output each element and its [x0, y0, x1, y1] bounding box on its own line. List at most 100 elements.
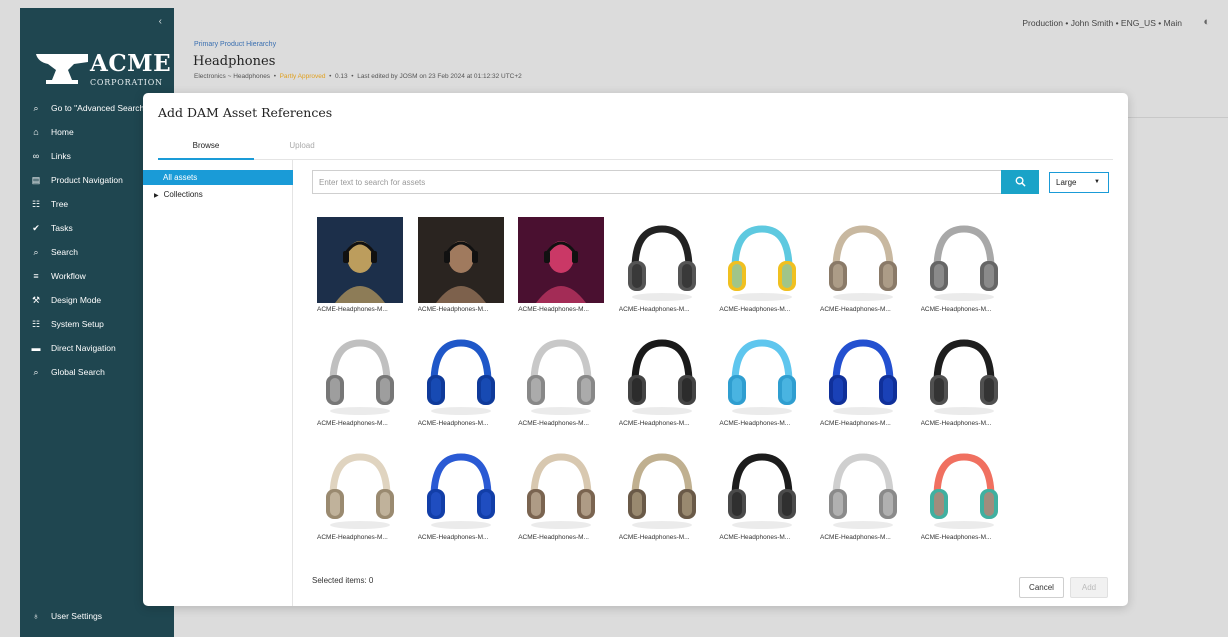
tree-item-label: Collections — [163, 190, 203, 199]
headphones-image — [719, 217, 806, 303]
headphones-image — [719, 331, 806, 417]
sidebar-item-label: Links — [51, 151, 71, 161]
sidebar-item-label: Design Mode — [51, 295, 102, 305]
asset-card[interactable]: ACME-Headphones-M... — [618, 217, 709, 317]
search-icon: ⌕ — [33, 102, 39, 113]
asset-card[interactable]: ACME-Headphones-M... — [920, 217, 1011, 317]
headphones-image — [719, 445, 806, 531]
headphones-image — [618, 217, 705, 303]
caret-down-icon: ▼ — [1094, 179, 1100, 185]
collection-tree: All assets ▶ Collections — [143, 160, 293, 606]
user-icon: ♁ — [32, 611, 40, 621]
home-icon: ⌂ — [33, 127, 39, 137]
asset-card[interactable]: ACME-Headphones-M... — [317, 331, 407, 431]
workflow-icon: ≡ — [33, 271, 39, 281]
last-edited: Last edited by JOSM on 23 Feb 2024 at 01… — [357, 73, 522, 80]
asset-card[interactable]: ACME-Headphones-M... — [417, 445, 508, 545]
sidebar-item-label: Global Search — [51, 367, 105, 377]
asset-card[interactable]: ACME-Headphones-M... — [618, 445, 709, 545]
sidebar-item-user-settings[interactable]: ♁ User Settings — [20, 604, 174, 628]
meta-separator: • — [329, 73, 332, 80]
asset-label: ACME-Headphones-M... — [317, 420, 388, 427]
headphones-image — [417, 331, 504, 417]
version: 0.13 — [335, 73, 348, 80]
asset-label: ACME-Headphones-M... — [417, 306, 489, 313]
headphones-image — [920, 217, 1007, 303]
hierarchy-link[interactable]: Primary Product Hierarchy — [194, 41, 276, 48]
asset-label: ACME-Headphones-M... — [820, 420, 891, 427]
asset-card[interactable]: ACME-Headphones-M... — [920, 331, 1011, 431]
search-input[interactable] — [312, 170, 1001, 194]
asset-label: ACME-Headphones-M... — [417, 534, 489, 541]
sidebar-nav-bottom: ♁ User Settings — [20, 604, 174, 628]
asset-label: ACME-Headphones-M... — [719, 534, 791, 541]
headphones-image — [518, 331, 605, 417]
headphones-image — [417, 445, 504, 531]
app-frame: ‹ ACME CORPORATION ⌕ Go to "Advanced Sear… — [0, 0, 1228, 637]
context-info[interactable]: Production • John Smith • ENG_US • Main — [1022, 18, 1182, 28]
tree-item-all-assets[interactable]: All assets — [143, 170, 293, 185]
tab-browse[interactable]: Browse — [158, 133, 254, 160]
theme-toggle-icon[interactable]: ◐ — [1203, 16, 1210, 28]
tab-upload[interactable]: Upload — [254, 133, 350, 160]
asset-label: ACME-Headphones-M... — [920, 534, 992, 541]
sidebar-item-label: Product Navigation — [51, 175, 123, 185]
tree-item-collections[interactable]: ▶ Collections — [143, 187, 293, 202]
asset-card[interactable]: ACME-Headphones-M... — [719, 445, 809, 545]
sidebar-item-label: User Settings — [51, 611, 103, 621]
breadcrumb[interactable]: Electronics ~ Headphones — [194, 73, 270, 80]
asset-card[interactable]: ACME-Headphones-M... — [920, 445, 1011, 545]
asset-label: ACME-Headphones-M... — [719, 306, 791, 313]
asset-card[interactable]: ACME-Headphones-M... — [417, 331, 508, 431]
modal-tabs: Browse Upload — [158, 133, 1113, 160]
asset-card[interactable]: ACME-Headphones-M... — [719, 331, 809, 431]
chevron-left-icon[interactable]: ‹ — [159, 16, 162, 27]
asset-card[interactable]: ACME-Headphones-M... — [317, 445, 407, 545]
folder-icon: ▬ — [31, 343, 41, 353]
thumbnail-size-select[interactable]: Large ▼ — [1049, 172, 1109, 193]
size-select-value: Large — [1056, 178, 1077, 187]
add-button[interactable]: Add — [1070, 577, 1108, 598]
acme-logo[interactable]: ACME CORPORATION — [34, 46, 171, 92]
asset-card[interactable]: ACME-Headphones-M... — [317, 217, 407, 317]
asset-photo-thumbnail — [518, 217, 605, 303]
link-icon: ∞ — [32, 151, 40, 161]
headphones-image — [618, 445, 705, 531]
asset-label: ACME-Headphones-M... — [920, 420, 992, 427]
meta-separator: • — [351, 73, 354, 80]
asset-label: ACME-Headphones-M... — [719, 420, 791, 427]
asset-card[interactable]: ACME-Headphones-M... — [719, 217, 809, 317]
sidebar-item-label: Tasks — [51, 223, 73, 233]
asset-search — [312, 170, 1039, 194]
asset-grid: ACME-Headphones-M... ACME-Headphones-M...… — [317, 217, 1027, 547]
asset-label: ACME-Headphones-M... — [317, 534, 388, 541]
asset-card[interactable]: ACME-Headphones-M... — [518, 331, 608, 431]
search-icon: ⌕ — [33, 366, 39, 377]
headphones-image — [518, 445, 605, 531]
headphones-image — [317, 331, 403, 417]
search-icon: ⌕ — [33, 246, 39, 257]
asset-card[interactable]: ACME-Headphones-M... — [518, 217, 608, 317]
asset-card[interactable]: ACME-Headphones-M... — [820, 331, 910, 431]
headphones-image — [920, 331, 1007, 417]
asset-card[interactable]: ACME-Headphones-M... — [518, 445, 608, 545]
asset-card[interactable]: ACME-Headphones-M... — [417, 217, 508, 317]
logo-subtitle: CORPORATION — [90, 78, 163, 87]
check-circle-icon: ✔ — [32, 222, 40, 233]
asset-card[interactable]: ACME-Headphones-M... — [618, 331, 709, 431]
sidebar-item-label: Go to "Advanced Search" — [51, 103, 148, 113]
search-icon — [1015, 176, 1026, 187]
asset-label: ACME-Headphones-M... — [518, 420, 589, 427]
asset-label: ACME-Headphones-M... — [920, 306, 992, 313]
asset-label: ACME-Headphones-M... — [618, 306, 690, 313]
cancel-button[interactable]: Cancel — [1019, 577, 1064, 598]
asset-label: ACME-Headphones-M... — [518, 534, 589, 541]
asset-card[interactable]: ACME-Headphones-M... — [820, 217, 910, 317]
asset-card[interactable]: ACME-Headphones-M... — [820, 445, 910, 545]
asset-label: ACME-Headphones-M... — [618, 420, 690, 427]
asset-label: ACME-Headphones-M... — [518, 306, 589, 313]
asset-label: ACME-Headphones-M... — [317, 306, 388, 313]
meta-separator: • — [273, 73, 276, 80]
sidebar-item-label: Home — [51, 127, 74, 137]
search-button[interactable] — [1001, 170, 1039, 194]
